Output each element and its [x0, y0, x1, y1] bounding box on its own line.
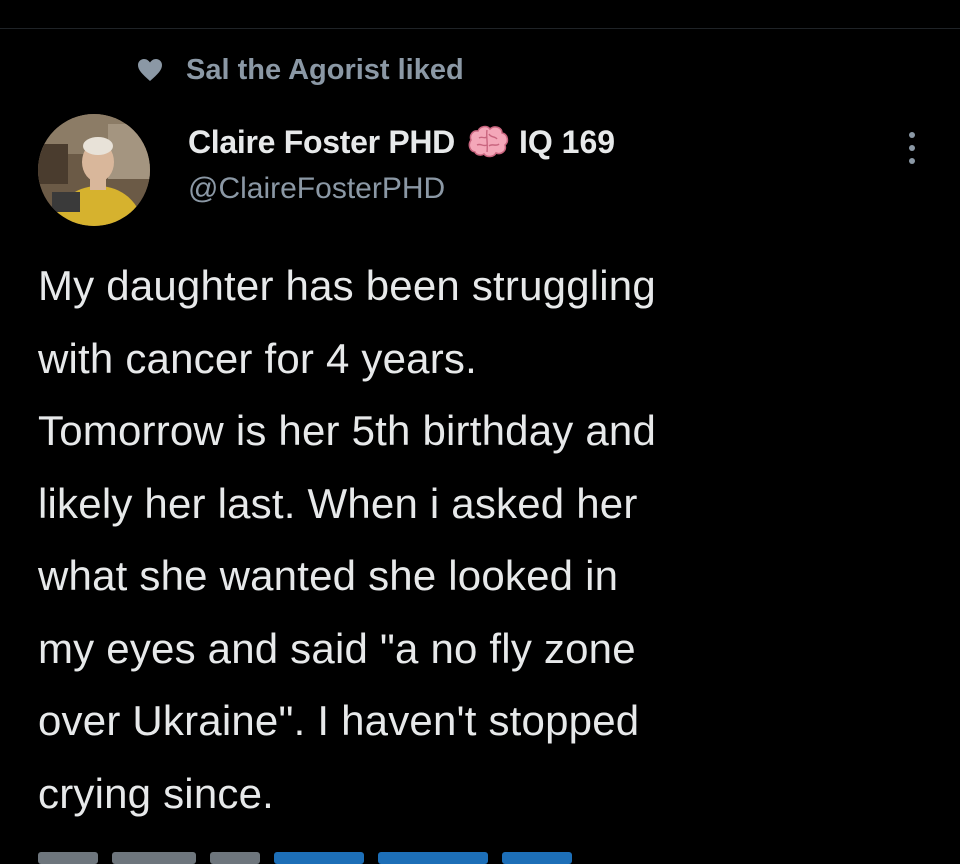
social-context-label: Sal the Agorist liked [186, 53, 464, 86]
top-divider [0, 28, 960, 29]
avatar[interactable] [38, 114, 150, 226]
author-handle[interactable]: @ClaireFosterPHD [188, 172, 615, 206]
more-options-icon [908, 131, 916, 170]
display-name[interactable]: Claire Foster PHD [188, 124, 455, 161]
author-block: Claire Foster PHD IQ 169 @ClaireFosterPH… [188, 120, 615, 206]
social-context[interactable]: Sal the Agorist liked [136, 52, 464, 88]
more-options-button[interactable] [898, 130, 926, 170]
tweet-text: My daughter has been struggling with can… [38, 262, 657, 817]
tweet-footer-cropped [38, 852, 758, 864]
author-name-row[interactable]: Claire Foster PHD IQ 169 [188, 120, 615, 164]
brain-icon [465, 122, 511, 162]
heart-icon [136, 56, 164, 84]
iq-label: IQ 169 [518, 123, 616, 160]
